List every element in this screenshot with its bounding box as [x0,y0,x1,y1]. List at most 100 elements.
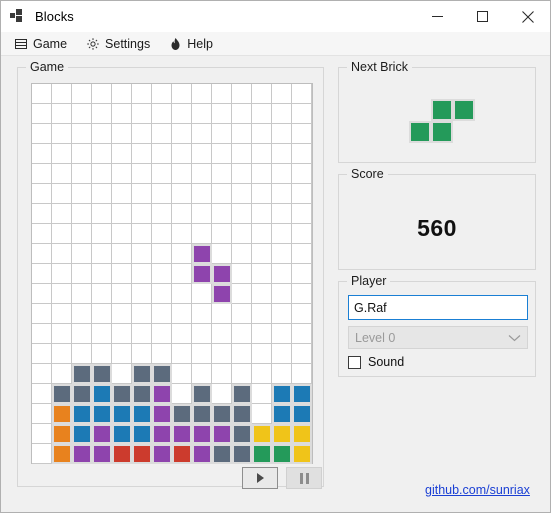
board-block [252,424,272,444]
next-brick-preview [339,68,535,162]
close-icon[interactable] [505,1,550,32]
board-cell [132,224,152,244]
blocks-app-icon [10,8,26,25]
board-cell [72,264,92,284]
board-cell [32,304,52,324]
menu-item-settings-label: Settings [105,36,151,51]
board-cell [52,224,72,244]
board-cell [132,204,152,224]
play-button[interactable] [242,467,278,489]
board-cell [72,84,92,104]
board-block [192,424,212,444]
board-cell [132,124,152,144]
board-cell [252,244,272,264]
board-block [292,404,312,424]
board-cell [172,264,192,284]
menu-item-game[interactable]: Game [14,33,67,55]
board-cell [152,144,172,164]
falling-piece-block [192,244,212,264]
board-controls [242,467,322,489]
board-cell [212,324,232,344]
sound-checkbox[interactable] [348,355,361,369]
board-block [212,404,232,424]
board-cell [32,184,52,204]
board-cell [212,204,232,224]
board-cell [172,304,192,324]
board-cell [272,364,292,384]
board-block [132,404,152,424]
menu-item-settings[interactable]: Settings [86,33,150,55]
menu-item-help[interactable]: Help [169,33,213,55]
pause-button[interactable] [286,467,322,489]
board-cell [152,284,172,304]
board-cell [112,204,132,224]
board-cell [212,224,232,244]
board-cell [192,104,212,124]
window-title: Blocks [35,9,74,24]
board-cell [292,364,312,384]
board-block [212,444,232,464]
board-cell [72,304,92,324]
board-block [292,444,312,464]
board-cell [252,364,272,384]
board-cell [292,324,312,344]
board-block [272,424,292,444]
board-block [212,424,232,444]
board-cell [132,84,152,104]
maximize-icon[interactable] [460,1,505,32]
board-cell [92,184,112,204]
score-value: 560 [417,215,457,241]
board-cell [232,324,252,344]
board-cell [232,104,252,124]
next-brick-block [409,121,431,143]
game-board[interactable] [31,83,313,464]
level-select-value: Level 0 [355,330,396,345]
board-block [112,424,132,444]
board-cell [52,84,72,104]
board-cell [172,124,192,144]
board-cell [272,184,292,204]
board-cell [32,264,52,284]
board-cell [192,304,212,324]
board-cell [192,124,212,144]
board-cell [192,184,212,204]
pause-icon [299,472,309,484]
level-select[interactable]: Level 0 [348,326,528,349]
board-cell [192,344,212,364]
board-cell [252,324,272,344]
board-cell [152,244,172,264]
board-cell [92,144,112,164]
board-cell [172,84,192,104]
falling-piece-block [192,264,212,284]
board-cell [172,324,192,344]
board-cell [252,404,272,424]
board-cell [272,164,292,184]
minimize-icon[interactable] [415,1,460,32]
board-cell [172,384,192,404]
game-group: Game [17,60,324,489]
board-cell [152,204,172,224]
board-cell [52,324,72,344]
board-cell [112,344,132,364]
github-link[interactable]: github.com/sunriax [425,483,530,497]
player-name-input[interactable] [348,295,528,320]
board-cell [172,284,192,304]
board-cell [232,124,252,144]
board-block [232,404,252,424]
sound-row[interactable]: Sound [348,355,404,369]
board-cell [32,364,52,384]
board-cell [252,124,272,144]
board-block [272,444,292,464]
board-cell [252,104,272,124]
board-block [52,404,72,424]
board-cell [292,204,312,224]
board-cell [252,164,272,184]
board-cell [192,324,212,344]
board-cell [192,364,212,384]
menu-bar: Game Settings Help [1,32,550,56]
board-cell [252,284,272,304]
board-cell [272,104,292,124]
board-cell [112,104,132,124]
board-cell [152,304,172,324]
board-cell [232,244,252,264]
